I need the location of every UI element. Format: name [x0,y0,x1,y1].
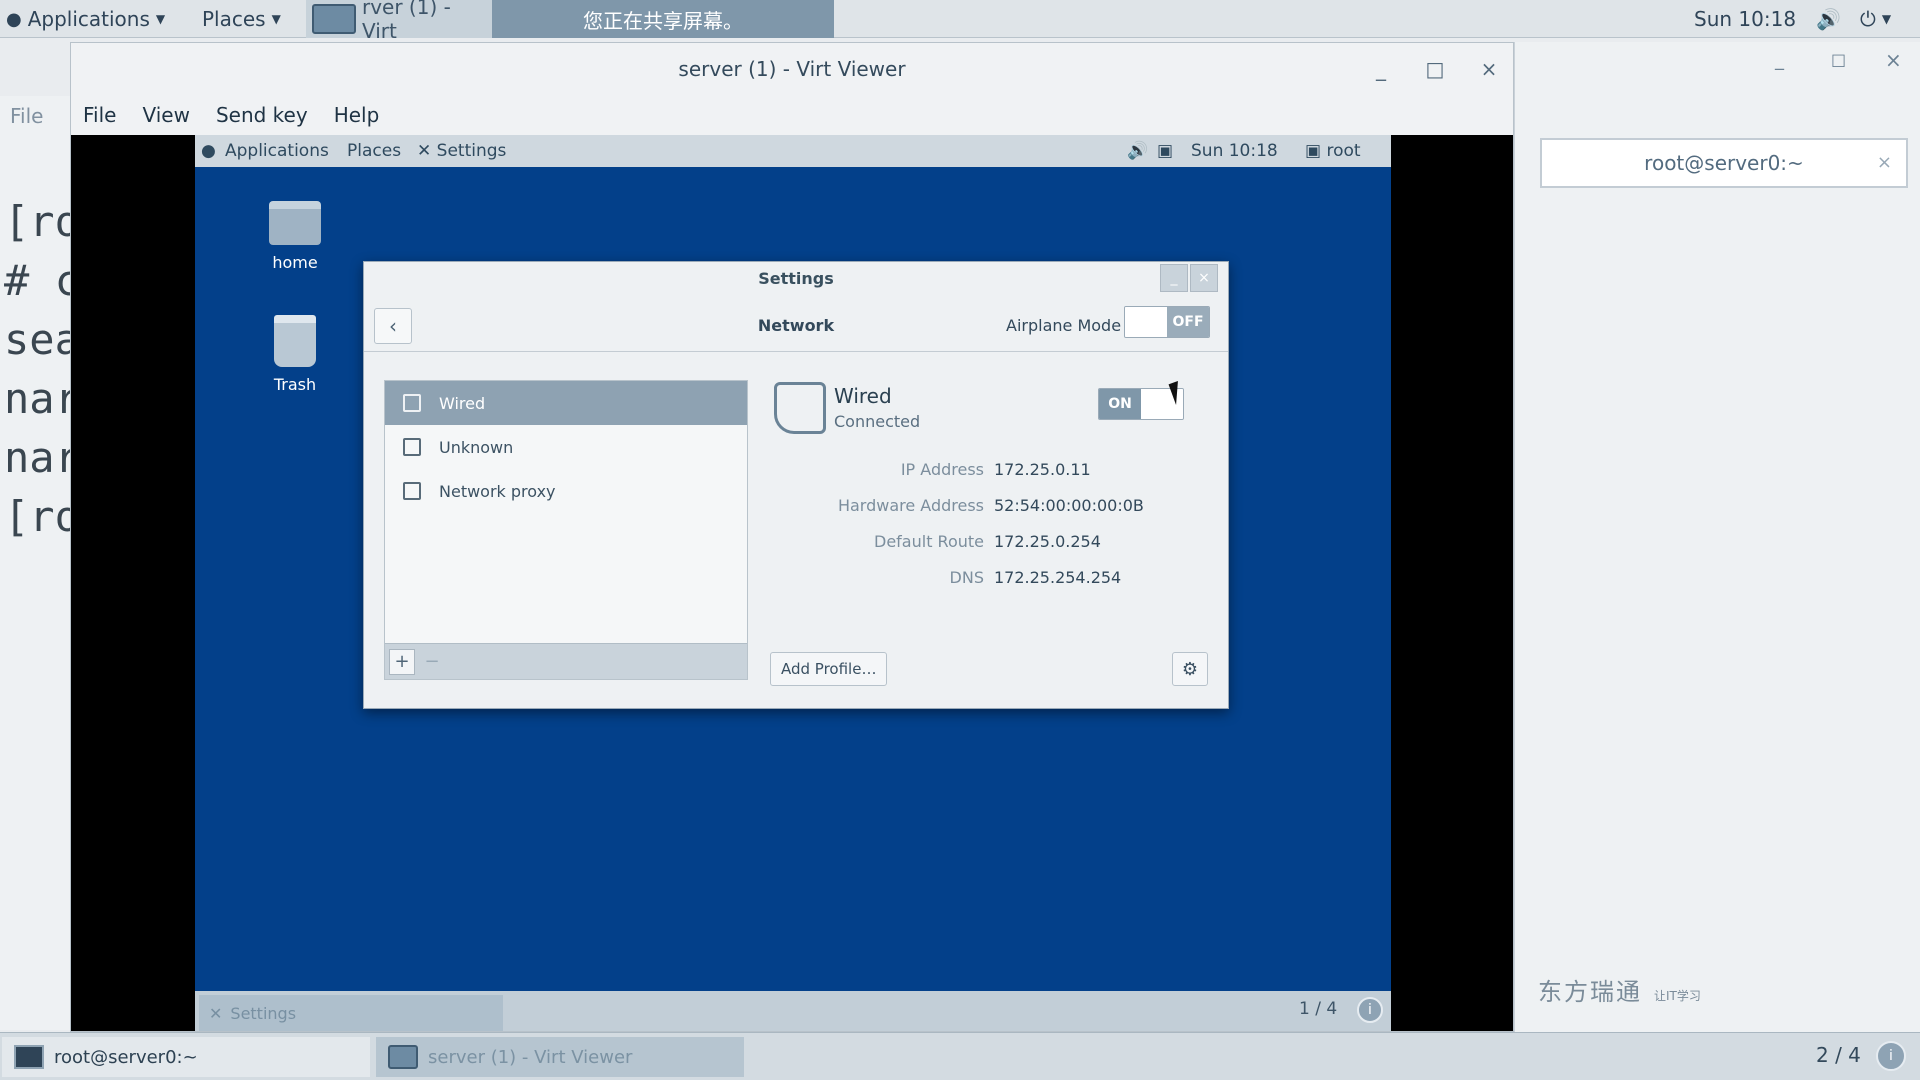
proxy-icon [403,482,421,500]
trash-icon [274,315,316,367]
chevron-down-icon: ▼ [155,12,166,26]
virt-viewer-window: server (1) - Virt Viewer _ □ × File View… [70,42,1514,1032]
host-workspace-indicator[interactable]: 2 / 4 [1816,1043,1861,1067]
virt-viewer-menubar: File View Send key Help [71,95,1513,135]
power-icon[interactable]: ⏻ ▼ [1860,6,1891,32]
close-tab-icon[interactable]: × [1877,152,1892,173]
desktop-icon-home[interactable]: home [255,201,335,272]
airplane-mode-label: Airplane Mode [1006,316,1122,335]
watermark-logo: 东方瑞通 让IT学习 [1538,978,1701,1006]
screen-share-notice: 您正在共享屏幕。 [492,0,834,38]
network-icon [403,438,421,456]
gear-icon[interactable]: ⚙ [1172,652,1208,686]
dialog-title: Settings [758,268,834,288]
menu-help[interactable]: Help [334,103,380,127]
connection-item-unknown[interactable]: Unknown [385,425,747,469]
host-places-menu[interactable]: Places ▼ [202,6,281,32]
wired-connection-icon [774,382,826,434]
guest-task-settings[interactable]: ✕ Settings [199,995,503,1031]
info-icon[interactable]: i [1876,1041,1906,1071]
guest-top-panel: ● Applications Places ✕ Settings 🔊 ▣ Sun… [195,135,1391,167]
close-button[interactable]: × [1190,264,1218,292]
add-profile-button[interactable]: Add Profile… [770,652,888,686]
host-top-panel: ● Applications ▼ Places ▼ rver (1) - Vir… [0,0,1920,43]
minimize-button[interactable]: _ [1160,264,1188,292]
wrench-icon: ✕ [209,1003,223,1023]
host-task-terminal[interactable]: root@server0:~ [2,1037,370,1077]
terminal-line: [ro [4,492,71,541]
default-route-value: 172.25.0.254 [994,532,1101,551]
info-icon[interactable]: i [1357,997,1383,1023]
minimize-button[interactable]: _ [1365,53,1397,85]
terminal-line: nar [4,433,71,482]
host-task-virt-viewer-bottom[interactable]: server (1) - Virt Viewer [376,1037,744,1077]
airplane-mode-toggle[interactable]: OFF [1124,306,1210,338]
guest-settings-app-menu[interactable]: ✕ Settings [417,141,506,161]
network-icon[interactable]: ▣ [1157,141,1173,161]
connection-item-network-proxy[interactable]: Network proxy [385,469,747,513]
background-terminal-window[interactable]: _ □ × [1514,42,1920,1032]
volume-icon[interactable]: 🔊 [1816,6,1841,32]
ip-address-value: 172.25.0.11 [994,460,1091,479]
chevron-down-icon: ▼ [271,12,281,26]
folder-icon [269,201,321,245]
wrench-icon: ✕ [417,141,432,161]
window-title: server (1) - Virt Viewer [678,57,906,81]
host-applications-menu[interactable]: ● Applications ▼ [6,6,165,32]
chevron-down-icon: ▼ [1881,12,1892,26]
ip-address-label: IP Address [900,460,984,479]
gnome-foot-icon: ● [6,8,22,30]
terminal-line: # c [4,256,71,305]
bg-terminal-file-menu[interactable]: File [10,104,43,128]
remove-connection-button[interactable]: − [419,649,445,675]
guest-applications-menu[interactable]: Applications [225,141,329,161]
connection-item-wired[interactable]: Wired [385,381,747,425]
dns-label: DNS [949,568,984,587]
minimize-button[interactable]: _ [1775,50,1784,71]
menu-send-key[interactable]: Send key [216,103,308,127]
desktop-icon-trash[interactable]: Trash [255,315,335,394]
connection-status: Connected [834,412,921,431]
monitor-icon [388,1045,418,1069]
menu-file[interactable]: File [83,103,116,127]
host-task-virt-viewer[interactable]: rver (1) - Virt [306,0,492,43]
dialog-header: ‹ Network Airplane Mode OFF [364,294,1228,352]
maximize-button[interactable]: □ [1419,53,1451,85]
guest-desktop[interactable]: ● Applications Places ✕ Settings 🔊 ▣ Sun… [195,135,1391,1031]
gnome-foot-icon: ● [201,141,216,161]
terminal-tab[interactable]: root@server0:~ × [1540,138,1908,188]
terminal-line: [ro [4,197,71,246]
settings-dialog: Settings _ × ‹ Network Airplane Mode OFF… [363,261,1229,709]
connection-list: Wired Unknown Network proxy + − [384,380,748,680]
toggle-knob [1125,307,1167,337]
terminal-icon [14,1045,44,1069]
host-clock[interactable]: Sun 10:18 [1694,6,1796,32]
user-icon: ▣ [1305,141,1322,161]
guest-clock[interactable]: Sun 10:18 [1191,141,1278,161]
ethernet-icon [403,394,421,412]
default-route-label: Default Route [874,532,984,551]
add-connection-button[interactable]: + [389,648,415,675]
hardware-address-label: Hardware Address [837,496,984,515]
close-button[interactable]: × [1885,48,1902,72]
menu-view[interactable]: View [142,103,189,127]
terminal-line: nar [4,374,71,423]
close-button[interactable]: × [1473,53,1505,85]
monitor-icon [312,4,356,34]
connection-name: Wired [834,384,892,408]
maximize-button[interactable]: □ [1831,50,1846,69]
dns-value: 172.25.254.254 [994,568,1122,587]
hardware-address-value: 52:54:00:00:00:0B [994,496,1144,515]
background-terminal[interactable]: [ro # c sea nar nar [ro [0,96,72,1030]
guest-places-menu[interactable]: Places [347,141,401,161]
guest-user-menu[interactable]: ▣ root [1305,141,1361,161]
terminal-line: sea [4,315,71,364]
guest-bottom-panel: ✕ Settings 1 / 4 i [195,991,1391,1031]
guest-workspace-indicator[interactable]: 1 / 4 [1299,999,1337,1019]
host-bottom-panel: root@server0:~ server (1) - Virt Viewer … [0,1032,1920,1080]
list-toolbar: + − [385,643,747,679]
volume-icon[interactable]: 🔊 [1127,141,1148,161]
